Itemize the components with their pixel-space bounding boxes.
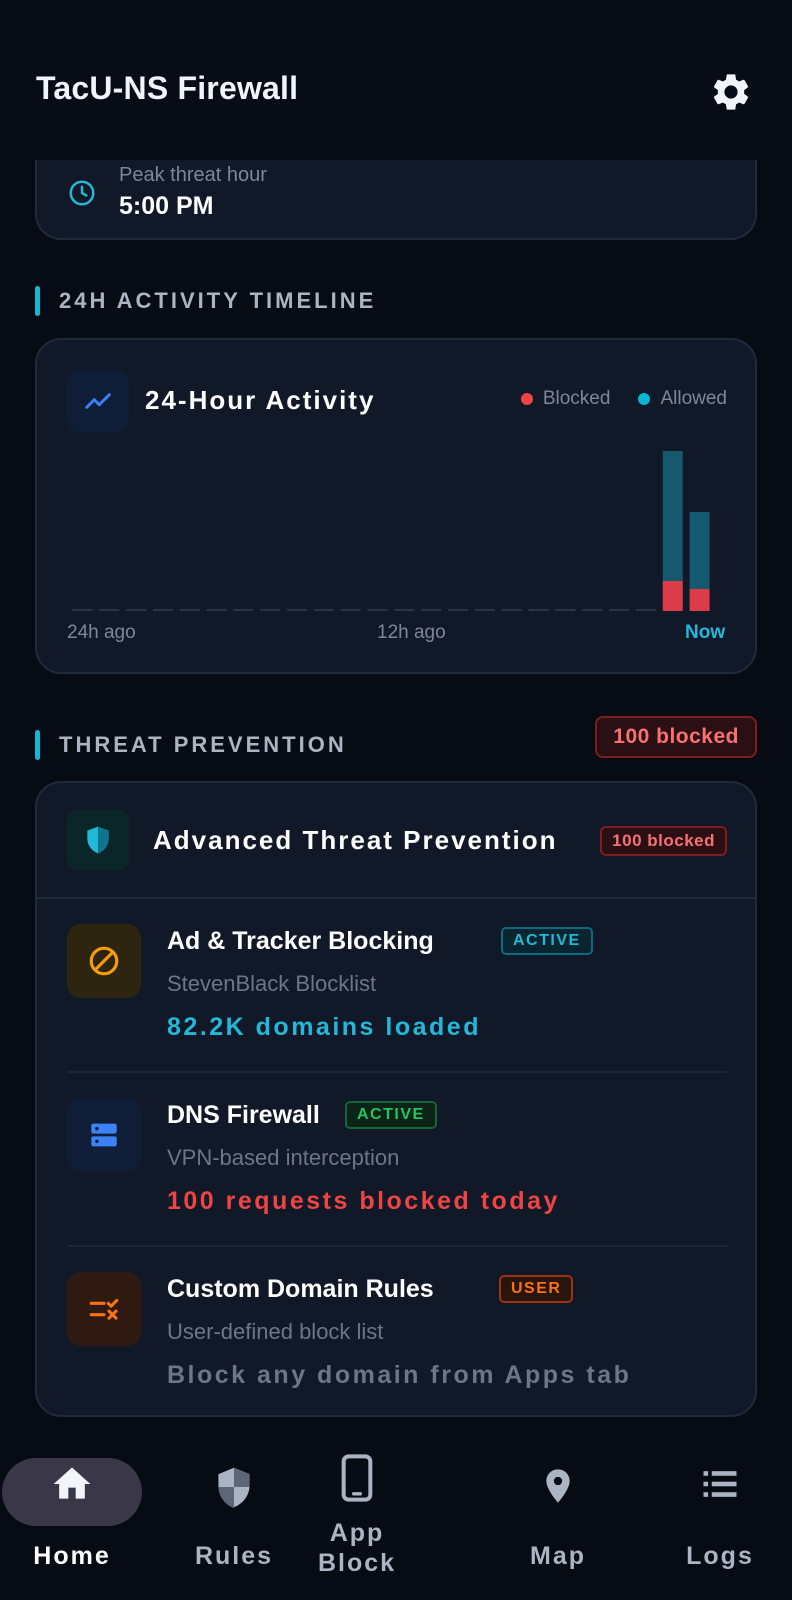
feature-name: Custom Domain Rules [167,1275,434,1303]
app-bar: TacU-NS Firewall [0,0,792,160]
feature-subtitle: User-defined block list [167,1319,384,1344]
section-accent-bar [35,286,40,316]
empty-hour-marker [287,609,308,611]
section-title: THREAT PREVENTION [59,732,347,757]
nav-icon-wrap [648,1462,792,1506]
feature-stat: Block any domain from Apps tab [167,1361,632,1389]
empty-hour-marker [152,609,173,611]
nav-label: App Block [317,1519,397,1577]
bar-blocked [689,589,710,611]
section-accent-bar [35,730,40,760]
bar-blocked [662,581,683,611]
section-title: 24H ACTIVITY TIMELINE [59,288,377,313]
peak-threat-label: Peak threat hour [119,164,267,186]
nav-icon-wrap [486,1462,630,1510]
empty-hour-marker [126,609,147,611]
feature-dns-firewall[interactable]: DNS Firewall ACTIVE VPN-based intercepti… [37,1073,755,1243]
clock-icon [69,180,95,206]
empty-hour-marker [179,609,200,611]
activity-chart-card: 24-Hour Activity Blocked Allowed 24h ago… [35,338,757,674]
bar-allowed [662,451,683,581]
block-icon [89,946,119,976]
timeline-section-header: 24H ACTIVITY TIMELINE [35,286,757,316]
list-icon [703,1471,737,1497]
app-title: TacU-NS Firewall [36,70,299,106]
status-badge-active: ACTIVE [345,1101,437,1129]
bar-allowed [689,512,710,589]
gear-icon [713,74,749,110]
nav-tab-map[interactable]: Map [486,1428,630,1600]
nav-icon-wrap [285,1452,429,1504]
threat-prevention-card: Advanced Threat Prevention 100 blocked A… [35,781,757,1417]
feature-icon-container [67,1272,141,1346]
settings-button[interactable] [705,66,757,118]
status-badge-active: ACTIVE [501,927,593,955]
x-label-now: Now [685,622,726,643]
threat-card-badge: 100 blocked [600,826,727,856]
empty-hour-marker [635,609,656,611]
peak-threat-card: Peak threat hour 5:00 PM [35,160,757,240]
feature-subtitle: StevenBlack Blocklist [167,971,377,996]
feature-icon-container [67,1098,141,1172]
empty-hour-marker [367,609,388,611]
empty-hour-marker [609,609,630,611]
empty-hour-marker [99,609,120,611]
feature-name: DNS Firewall [167,1101,320,1129]
feature-subtitle: VPN-based interception [167,1145,400,1170]
feature-icon-container [67,924,141,998]
nav-tab-app-block[interactable]: App Block [305,1428,449,1600]
nav-icon-wrap [0,1462,144,1506]
empty-hour-marker [501,609,522,611]
phone-icon [341,1454,373,1502]
server-icon [91,1123,117,1147]
threat-section-header: THREAT PREVENTION 100 blocked [35,716,757,760]
feature-custom-domain-rules[interactable]: Custom Domain Rules USER User-defined bl… [37,1247,755,1417]
empty-hour-marker [421,609,442,611]
rule-list-icon [89,1298,119,1320]
empty-hour-marker [555,609,576,611]
feature-ad-tracker-blocking[interactable]: Ad & Tracker Blocking ACTIVE StevenBlack… [37,899,755,1069]
empty-hour-marker [448,609,469,611]
nav-tab-home[interactable]: Home [0,1428,144,1600]
threat-icon-container [67,809,129,871]
home-scroll-content[interactable]: Peak threat hour 5:00 PM 24H ACTIVITY TI… [0,160,792,1428]
empty-hour-marker [394,609,415,611]
empty-hour-marker [313,609,334,611]
location-pin-icon [546,1469,570,1503]
peak-threat-value: 5:00 PM [119,192,214,220]
shield-icon [87,826,109,854]
nav-tab-logs[interactable]: Logs [648,1428,792,1600]
bottom-navigation: Home Rules App Block Map Logs [0,1428,792,1600]
empty-hour-marker [528,609,549,611]
home-icon [53,1467,91,1499]
threat-card-title: Advanced Threat Prevention [153,825,558,855]
empty-hour-marker [474,609,495,611]
nav-label: Map [530,1542,586,1570]
x-label-mid: 12h ago [377,622,446,643]
empty-hour-marker [260,609,281,611]
feature-stat: 100 requests blocked today [167,1187,560,1215]
feature-name: Ad & Tracker Blocking [167,927,434,955]
empty-hour-marker [233,609,254,611]
empty-hour-marker [206,609,227,611]
empty-hour-marker [340,609,361,611]
nav-label: Home [33,1542,111,1570]
empty-hour-marker [72,609,93,611]
status-badge-user: USER [499,1275,574,1303]
nav-label: Logs [686,1542,754,1570]
blocked-count-badge: 100 blocked [595,716,757,758]
shield-icon [218,1467,250,1509]
feature-stat: 82.2K domains loaded [167,1013,481,1041]
x-label-start: 24h ago [67,622,136,643]
empty-hour-marker [582,609,603,611]
